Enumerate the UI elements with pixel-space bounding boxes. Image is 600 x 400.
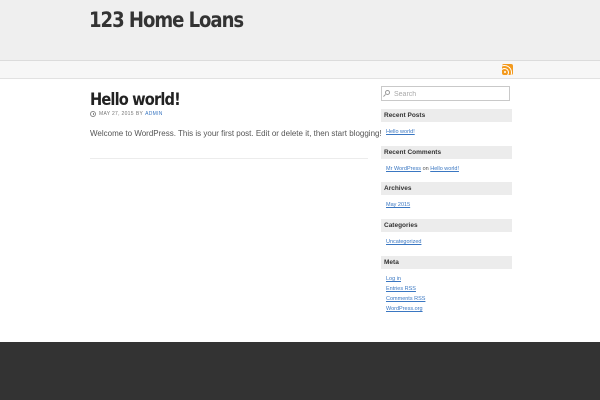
post-date[interactable]: MAY 27, 2015 xyxy=(99,111,134,117)
meta-link-entries-rss[interactable]: Entries RSS xyxy=(386,286,416,292)
widget-meta: Meta Log in Entries RSS Comments RSS Wor… xyxy=(381,256,512,314)
comment-on-text: on xyxy=(422,166,429,172)
widget-categories: Categories Uncategorized xyxy=(381,219,512,247)
rss-icon[interactable] xyxy=(502,64,513,75)
widget-title: Recent Posts xyxy=(381,109,512,122)
comment-post-link[interactable]: Hello world! xyxy=(430,166,459,172)
site-footer xyxy=(0,342,600,400)
search-box xyxy=(381,86,510,101)
search-input[interactable] xyxy=(394,88,506,100)
sidebar: Recent Posts Hello world! Recent Comment… xyxy=(381,86,512,312)
post-meta: MAY 27, 2015 BY ADMIN xyxy=(90,111,368,117)
widget-title: Archives xyxy=(381,182,512,195)
site-header: 123 Home Loans xyxy=(0,0,600,61)
post-title[interactable]: Hello world! xyxy=(90,90,329,110)
category-link[interactable]: Uncategorized xyxy=(386,239,421,245)
widget-recent-comments: Recent Comments Mr WordPress on Hello wo… xyxy=(381,146,512,174)
widget-title: Categories xyxy=(381,219,512,232)
site-title[interactable]: 123 Home Loans xyxy=(89,8,244,32)
meta-link-wordpress[interactable]: WordPress.org xyxy=(386,306,423,312)
comment-author-link[interactable]: Mr WordPress xyxy=(386,166,421,172)
post: Hello world! MAY 27, 2015 BY ADMIN Welco… xyxy=(90,90,382,159)
post-content: Welcome to WordPress. This is your first… xyxy=(90,129,382,138)
post-by: BY xyxy=(135,111,144,117)
post-author[interactable]: ADMIN xyxy=(145,111,163,117)
meta-link-login[interactable]: Log in xyxy=(386,276,401,282)
recent-post-link[interactable]: Hello world! xyxy=(386,129,415,135)
meta-link-comments-rss[interactable]: Comments RSS xyxy=(386,296,425,302)
widget-title: Meta xyxy=(381,256,512,269)
post-divider xyxy=(90,158,368,159)
widget-title: Recent Comments xyxy=(381,146,512,159)
nav-bar xyxy=(0,61,600,79)
clock-icon xyxy=(90,111,96,117)
widget-archives: Archives May 2015 xyxy=(381,182,512,210)
archive-link[interactable]: May 2015 xyxy=(386,202,410,208)
search-icon xyxy=(385,90,390,95)
widget-recent-posts: Recent Posts Hello world! xyxy=(381,109,512,137)
